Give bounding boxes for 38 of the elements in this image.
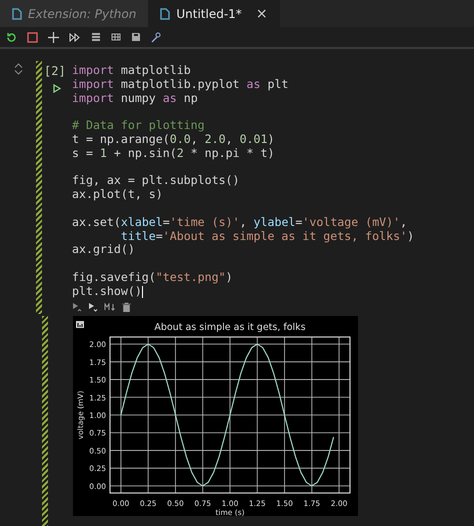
- code-line: title='About as simple as it gets, folks'): [120, 230, 414, 244]
- code-line: import matplotlib.pyplot as plt: [72, 78, 290, 92]
- code-line: s = 1 + np.sin(2 * np.pi * t): [72, 146, 276, 161]
- run-all-icon[interactable]: [69, 32, 81, 42]
- run-icon[interactable]: [53, 84, 61, 93]
- code-line: # Data for plotting: [72, 119, 206, 133]
- code-line: fig.savefig("test.png"): [72, 270, 234, 285]
- table-icon[interactable]: [111, 32, 121, 42]
- editor-tab[interactable]: Untitled-1* ×: [148, 0, 280, 27]
- trash-icon[interactable]: [122, 302, 131, 312]
- chart-title: About as simple as it gets, folks: [154, 322, 306, 333]
- list-icon[interactable]: [91, 32, 101, 42]
- close-icon[interactable]: ×: [256, 6, 268, 22]
- key-icon[interactable]: [151, 32, 161, 42]
- code-line: plt.show(): [72, 284, 144, 299]
- code-line: ax.grid(): [72, 243, 136, 258]
- code-line: ax.set(xlabel='time (s)', ylabel='voltage (mV)',: [72, 216, 408, 230]
- code-line: import numpy as np: [72, 92, 199, 106]
- restart-icon[interactable]: [6, 32, 17, 42]
- code-line: t = np.arange(0.0, 2.0, 0.01): [72, 132, 276, 147]
- file-icon: [160, 8, 170, 20]
- code-line: import matplotlib: [72, 64, 192, 78]
- tab-label: Untitled-1*: [176, 6, 242, 20]
- markdown-icon[interactable]: [104, 302, 116, 311]
- tab-label: Extension: Python: [28, 6, 136, 20]
- stop-icon[interactable]: [27, 32, 38, 42]
- chevron-down-icon[interactable]: [14, 70, 22, 75]
- save-icon[interactable]: [131, 32, 141, 42]
- execution-count: [2]: [44, 64, 66, 78]
- code-line: ax.plot(t, s): [72, 188, 164, 202]
- chart-icon[interactable]: [76, 320, 84, 328]
- editor-tab[interactable]: Extension: Python: [0, 0, 148, 27]
- run-below-icon[interactable]: [88, 302, 98, 312]
- run-above-icon[interactable]: [72, 302, 82, 312]
- chevron-up-icon[interactable]: [14, 63, 22, 68]
- code-line: fig, ax = plt.subplots(): [72, 174, 241, 188]
- file-icon: [12, 8, 22, 20]
- plus-icon[interactable]: [48, 32, 59, 42]
